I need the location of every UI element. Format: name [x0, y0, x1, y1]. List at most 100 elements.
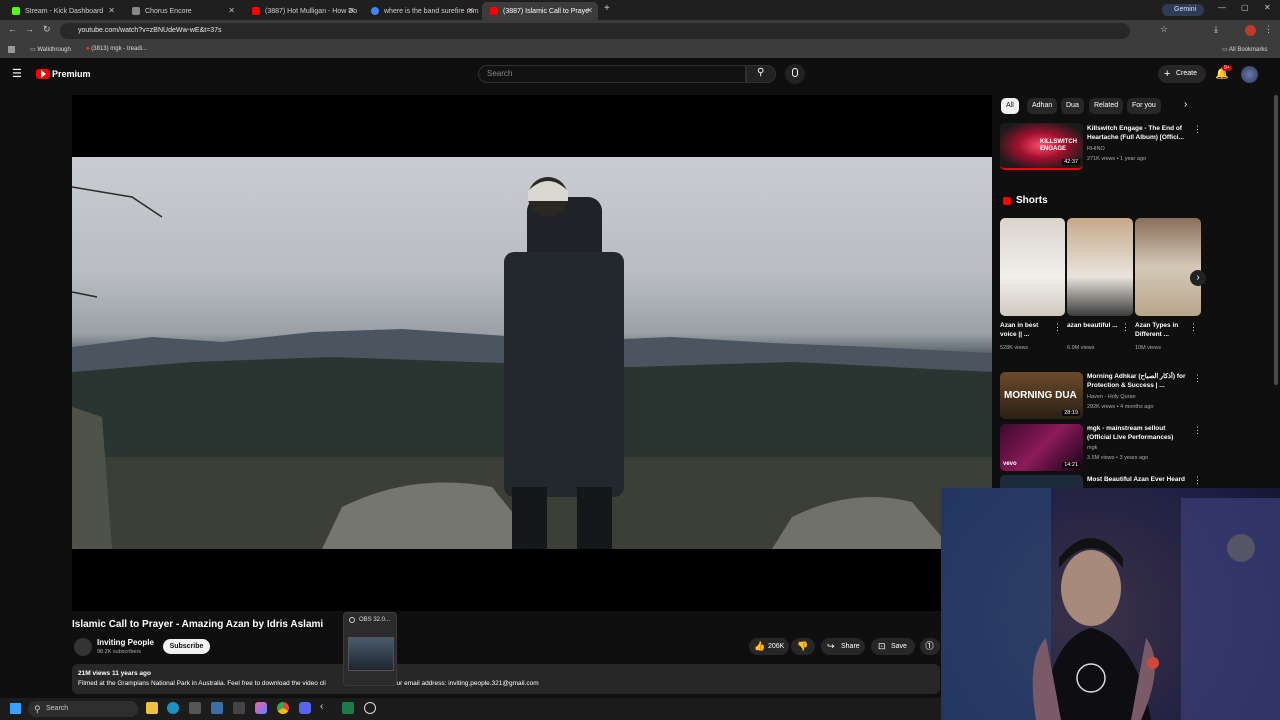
tab-chorus-encore[interactable]: Chorus Encore ✕ — [124, 2, 240, 20]
bookmark-star-icon[interactable]: ☆ — [1160, 24, 1168, 35]
gemini-button[interactable]: Gemini — [1162, 4, 1204, 16]
app-icon[interactable]: ‹ — [320, 701, 323, 712]
thanks-icon: ⓵ — [925, 641, 935, 651]
thumbnail-text: KILLSWITCH ENGAGE — [1040, 139, 1077, 152]
video-thumbnail[interactable] — [1000, 475, 1083, 488]
url-field[interactable]: youtube.com/watch?v=zBNUdeWw-wE&t=37s — [60, 23, 1130, 39]
new-tab-button[interactable]: + — [604, 3, 610, 14]
reload-icon[interactable]: ↻ — [43, 24, 51, 35]
search-button[interactable]: ⚲ — [746, 65, 776, 83]
recommended-channel[interactable]: RHINO — [1087, 146, 1105, 152]
close-icon[interactable]: ✕ — [348, 6, 355, 15]
more-options-icon[interactable]: ⋮ — [1189, 322, 1198, 333]
recommended-channel[interactable]: mgk — [1087, 445, 1097, 451]
search-input[interactable]: Search — [478, 65, 746, 83]
duration-badge: 42:37 — [1062, 159, 1080, 165]
tab-kick-dashboard[interactable]: Stream - Kick Dashboard ✕ — [4, 2, 120, 20]
voice-search-button[interactable] — [785, 64, 805, 84]
close-icon[interactable]: ✕ — [228, 6, 235, 15]
menu-icon[interactable]: ⋮ — [1264, 24, 1273, 35]
create-button[interactable]: + Create — [1158, 65, 1206, 83]
shorts-next-button[interactable]: › — [1190, 270, 1206, 286]
app-icon[interactable] — [233, 702, 245, 714]
more-options-icon[interactable]: ⋮ — [1193, 425, 1202, 436]
file-explorer-icon[interactable] — [146, 702, 158, 714]
short-title[interactable]: Azan in best voice || ... — [1000, 321, 1052, 339]
channel-name[interactable]: Inviting People — [97, 638, 154, 647]
description-box[interactable] — [72, 664, 940, 694]
app-icon[interactable] — [342, 702, 354, 714]
dislike-button[interactable]: 👎 — [791, 638, 815, 655]
close-icon[interactable]: ✕ — [586, 6, 593, 15]
short-thumbnail[interactable] — [1000, 218, 1065, 316]
profile-avatar[interactable] — [1245, 25, 1256, 36]
tab-surefire-search[interactable]: where is the band surefire rom ✕ — [363, 2, 479, 20]
discord-icon[interactable] — [299, 702, 311, 714]
save-label: Save — [891, 643, 907, 650]
bookmark-mgk[interactable]: ● (3813) mgk - treadi... — [86, 46, 147, 52]
premium-logo-text[interactable]: Premium — [52, 69, 91, 79]
chip-for-you[interactable]: For you — [1127, 98, 1161, 114]
search-icon: ⚲ — [757, 67, 765, 78]
taskbar-search[interactable]: ⚲ Search — [28, 701, 138, 717]
obs-taskbar-icon[interactable] — [364, 702, 376, 714]
video-thumbnail[interactable]: vevo 14:21 — [1000, 424, 1083, 471]
bookmark-walkthrough[interactable]: ▭ Walkthrough — [30, 46, 71, 53]
app-icon[interactable] — [211, 702, 223, 714]
scrollbar-thumb[interactable] — [1274, 95, 1278, 385]
more-options-icon[interactable]: ⋮ — [1193, 124, 1202, 135]
save-button[interactable]: ⊡ Save — [871, 638, 915, 655]
apps-icon[interactable] — [8, 46, 15, 53]
windows-start-icon[interactable] — [10, 703, 21, 714]
recommended-title[interactable]: Morning Adhkar (أذكار الصباح) for Protec… — [1087, 372, 1189, 390]
chip-related[interactable]: Related — [1089, 98, 1124, 114]
video-thumbnail[interactable]: MORNING DUA 28:19 — [1000, 372, 1083, 419]
video-thumbnail[interactable]: KILLSWITCH ENGAGE 42:37 — [1000, 123, 1083, 170]
subscribe-button[interactable]: Subscribe — [163, 639, 210, 654]
channel-avatar[interactable] — [74, 638, 92, 656]
short-title[interactable]: Azan Types in Different ... — [1135, 321, 1187, 339]
short-thumbnail[interactable] — [1067, 218, 1133, 316]
chip-all[interactable]: All — [1001, 98, 1019, 114]
tab-hot-mulligan[interactable]: (3887) Hot Mulligan - How Do ✕ — [244, 2, 360, 20]
window-close-button[interactable]: ✕ — [1264, 3, 1271, 12]
tab-islamic-call-to-prayer[interactable]: (3887) Islamic Call to Praye ✕ — [482, 2, 598, 20]
chrome-icon[interactable] — [277, 702, 289, 714]
download-icon[interactable]: ⤓ — [1214, 24, 1218, 35]
minimize-button[interactable]: — — [1218, 3, 1226, 12]
like-button[interactable]: 👍 206K — [749, 638, 789, 655]
video-frame[interactable] — [72, 157, 992, 549]
recommended-title[interactable]: Most Beautiful Azan Ever Heard — [1087, 475, 1189, 488]
all-bookmarks[interactable]: ▭ All Bookmarks — [1222, 46, 1267, 53]
chevron-right-icon[interactable]: › — [1184, 99, 1187, 110]
vevo-logo-text: vevo — [1003, 461, 1017, 467]
short-thumbnail[interactable] — [1135, 218, 1201, 316]
edge-icon[interactable] — [167, 702, 179, 714]
more-options-icon[interactable]: ⋮ — [1053, 322, 1062, 333]
close-icon[interactable]: ✕ — [467, 6, 474, 15]
browser-tab-bar: Stream - Kick Dashboard ✕ Chorus Encore … — [0, 0, 1280, 20]
more-options-icon[interactable]: ⋮ — [1121, 322, 1130, 333]
obs-preview-thumbnail[interactable] — [348, 637, 394, 671]
account-avatar[interactable] — [1241, 66, 1258, 83]
maximize-button[interactable]: ▢ — [1241, 3, 1249, 12]
back-arrow-icon[interactable]: ← — [8, 24, 17, 34]
recommended-channel[interactable]: Haven - Holy Quran — [1087, 394, 1136, 400]
more-options-icon[interactable]: ⋮ — [1193, 373, 1202, 384]
store-icon[interactable] — [189, 702, 201, 714]
bookmark-label: Walkthrough — [37, 47, 71, 53]
more-actions-button[interactable]: ⓵ — [920, 638, 940, 655]
close-icon[interactable]: ✕ — [108, 6, 115, 15]
hamburger-menu-icon[interactable]: ☰ — [12, 67, 22, 80]
recommended-title[interactable]: mgk - mainstream sellout (Official Live … — [1087, 424, 1189, 442]
chip-adhan[interactable]: Adhan — [1027, 98, 1058, 114]
more-options-icon[interactable]: ⋮ — [1193, 475, 1202, 486]
app-icon[interactable] — [255, 702, 267, 714]
tab-label: (3887) Islamic Call to Praye — [503, 7, 589, 15]
taskbar-preview-popup[interactable]: OBS 32.0... — [343, 612, 397, 686]
forward-arrow-icon[interactable]: → — [25, 24, 34, 34]
recommended-title[interactable]: Killswitch Engage - The End of Heartache… — [1087, 124, 1189, 142]
short-title[interactable]: azan beautiful ... — [1067, 321, 1119, 330]
share-button[interactable]: ↪ Share — [821, 638, 865, 655]
chip-dua[interactable]: Dua — [1061, 98, 1084, 114]
